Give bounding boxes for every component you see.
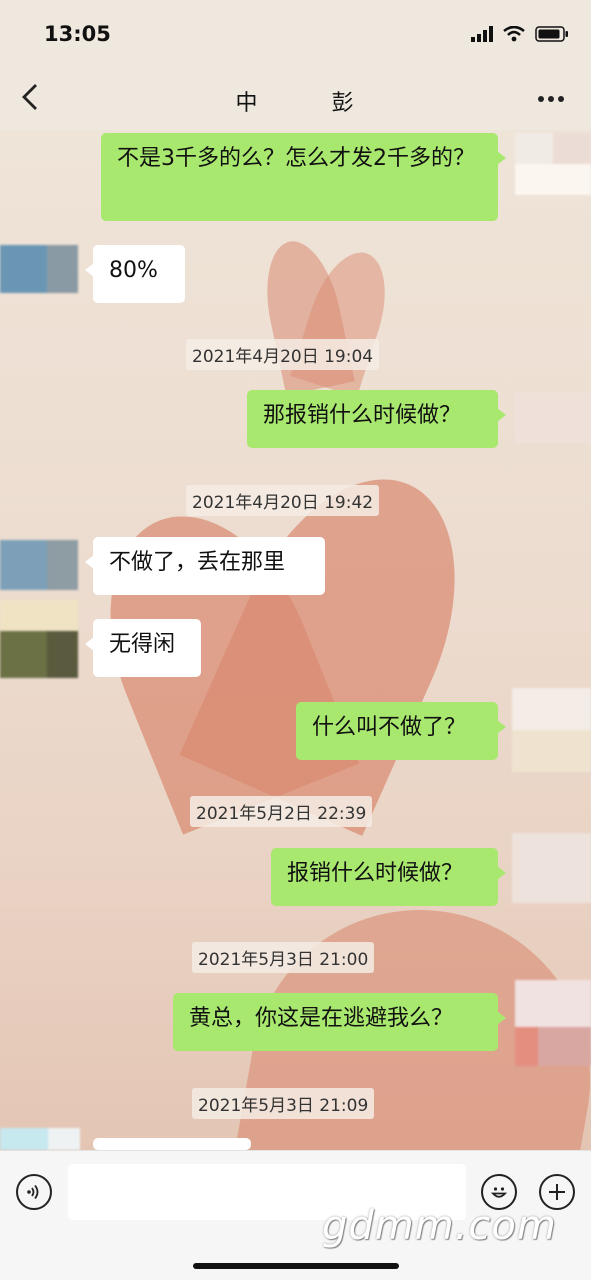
timestamp: 2021年5月3日 21:00 [192, 942, 375, 973]
message-bubble-sent[interactable]: 黄总，你这是在逃避我么？ [173, 993, 506, 1051]
message-bubble-sent[interactable]: 不是3千多的么？怎么才发2千多的？ [101, 133, 506, 221]
watermark: gdmm.com [322, 1203, 557, 1249]
message-bubble-received[interactable]: 不做了，丢在那里 [85, 537, 325, 595]
home-indicator[interactable] [193, 1263, 399, 1269]
message-bubble-sent[interactable]: 什么叫不做了？ [296, 702, 506, 760]
more-dots-icon[interactable] [537, 80, 565, 110]
message-text: 80% [109, 258, 158, 283]
avatar-me[interactable] [515, 980, 591, 1066]
avatar-other[interactable] [0, 540, 78, 590]
avatar-me[interactable] [512, 688, 591, 772]
wifi-icon [503, 26, 525, 42]
timestamp: 2021年5月3日 21:09 [192, 1088, 375, 1119]
message-bubble-received[interactable]: 无得闲 [85, 619, 201, 677]
message-text: 不是3千多的么？怎么才发2千多的？ [117, 146, 475, 171]
message-text: 那报销什么时候做？ [263, 403, 462, 428]
message-bubble-received[interactable]: 80% [85, 245, 185, 303]
avatar-me[interactable] [512, 833, 591, 903]
message-bubble-received[interactable] [85, 1138, 251, 1170]
timestamp: 2021年5月2日 22:39 [190, 796, 373, 827]
input-bar: gdmm.com [0, 1150, 591, 1280]
chat-title: 中 彭 [235, 91, 356, 116]
message-text: 什么叫不做了？ [312, 715, 467, 740]
chat-header: 中 彭 [0, 70, 591, 130]
timestamp: 2021年4月20日 19:42 [186, 485, 380, 516]
signal-icon [471, 26, 493, 42]
message-text: 黄总，你这是在逃避我么？ [189, 1006, 454, 1031]
avatar-me[interactable] [515, 393, 591, 443]
avatar-other[interactable] [0, 600, 78, 678]
message-bubble-sent[interactable]: 那报销什么时候做？ [247, 390, 506, 448]
message-bubble-sent[interactable]: 报销什么时候做？ [271, 848, 506, 906]
timestamp: 2021年4月20日 19:04 [186, 339, 380, 370]
avatar-me[interactable] [515, 133, 591, 195]
avatar-other[interactable] [0, 1128, 80, 1150]
battery-icon [535, 26, 568, 42]
status-time: 13:05 [44, 22, 111, 46]
avatar-other[interactable] [0, 245, 78, 293]
status-bar: 13:05 [0, 0, 591, 70]
message-text: 报销什么时候做？ [287, 861, 464, 886]
message-text: 无得闲 [109, 632, 176, 657]
voice-icon[interactable] [16, 1174, 52, 1210]
message-text: 不做了，丢在那里 [109, 550, 286, 575]
